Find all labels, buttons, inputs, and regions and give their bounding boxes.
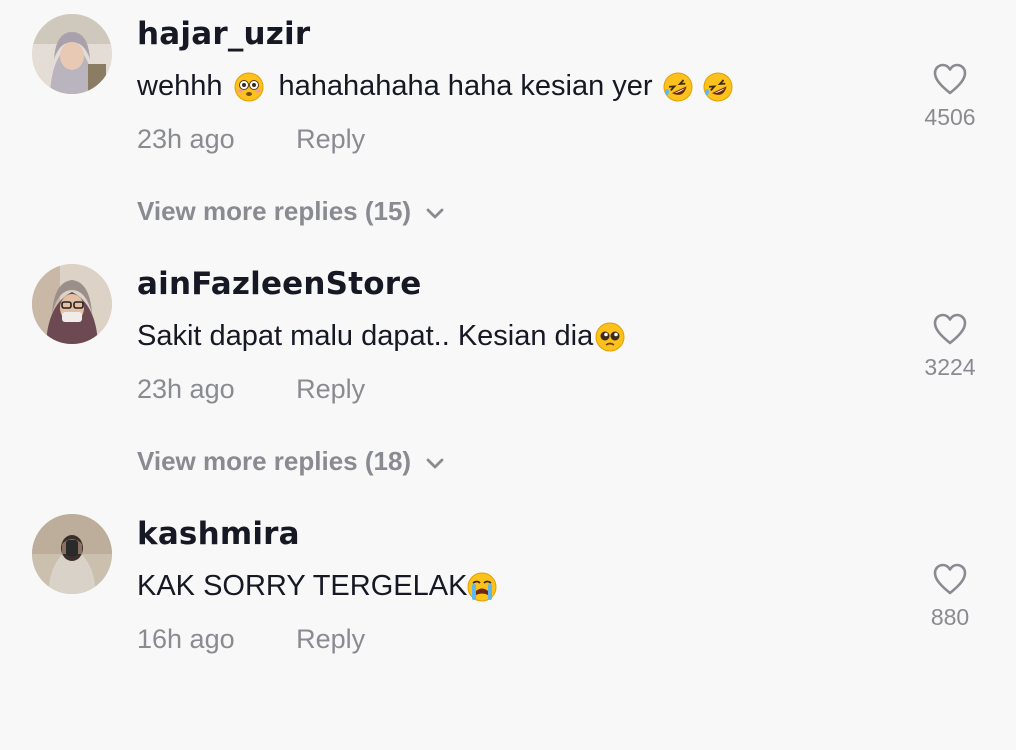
like-button[interactable]: 4506 <box>916 62 984 131</box>
comment-meta: 23h ago Reply <box>137 124 365 155</box>
view-more-replies-label: View more replies (18) <box>137 446 412 476</box>
like-button[interactable]: 880 <box>916 562 984 631</box>
chevron-down-icon <box>425 446 445 477</box>
like-count: 880 <box>930 604 970 630</box>
heart-icon[interactable] <box>932 62 968 96</box>
comment-text: Sakit dapat malu dapat.. Kesian dia <box>137 320 629 353</box>
comment-text-part: hahahahaha haha kesian yer <box>278 70 653 102</box>
view-more-replies-button[interactable]: View more replies (18) <box>137 446 445 477</box>
timestamp: 16h ago <box>137 624 235 654</box>
avatar[interactable] <box>32 264 112 344</box>
reply-button[interactable]: Reply <box>296 374 365 405</box>
comment-text: KAK SORRY TERGELAK <box>137 570 501 603</box>
rofl-face-icon <box>663 72 693 102</box>
heart-icon[interactable] <box>932 562 968 596</box>
heart-icon[interactable] <box>932 312 968 346</box>
comment-meta: 23h ago Reply <box>137 374 365 405</box>
reply-button[interactable]: Reply <box>296 124 365 155</box>
timestamp: 23h ago <box>137 124 235 154</box>
timestamp: 23h ago <box>137 374 235 404</box>
comment-text: wehhh hahahahaha haha kesian yer <box>137 70 737 103</box>
pleading-face-icon <box>595 322 625 352</box>
avatar[interactable] <box>32 514 112 594</box>
rofl-face-icon <box>703 72 733 102</box>
avatar[interactable] <box>32 14 112 94</box>
comment-text-part: KAK SORRY TERGELAK <box>137 570 468 602</box>
chevron-down-icon <box>425 196 445 227</box>
view-more-replies-button[interactable]: View more replies (15) <box>137 196 445 227</box>
comment-meta: 16h ago Reply <box>137 624 365 655</box>
flushed-face-icon <box>234 72 264 102</box>
view-more-replies-label: View more replies (15) <box>137 196 412 226</box>
comment-item: kashmira KAK SORRY TERGELAK 16h ago Repl… <box>0 500 1016 750</box>
like-count: 3224 <box>924 354 976 380</box>
username[interactable]: ainFazleenStore <box>137 266 421 302</box>
reply-button[interactable]: Reply <box>296 624 365 655</box>
comment-item: ainFazleenStore Sakit dapat malu dapat..… <box>0 250 1016 500</box>
comment-text-part: wehhh <box>137 70 223 102</box>
comment-text-part: Sakit dapat malu dapat.. Kesian dia <box>137 320 594 352</box>
like-button[interactable]: 3224 <box>916 312 984 381</box>
like-count: 4506 <box>924 104 976 130</box>
username[interactable]: kashmira <box>137 516 300 552</box>
crying-face-icon <box>467 572 497 602</box>
comment-item: hajar_uzir wehhh hahahahaha haha kesian … <box>0 0 1016 250</box>
username[interactable]: hajar_uzir <box>137 16 310 52</box>
